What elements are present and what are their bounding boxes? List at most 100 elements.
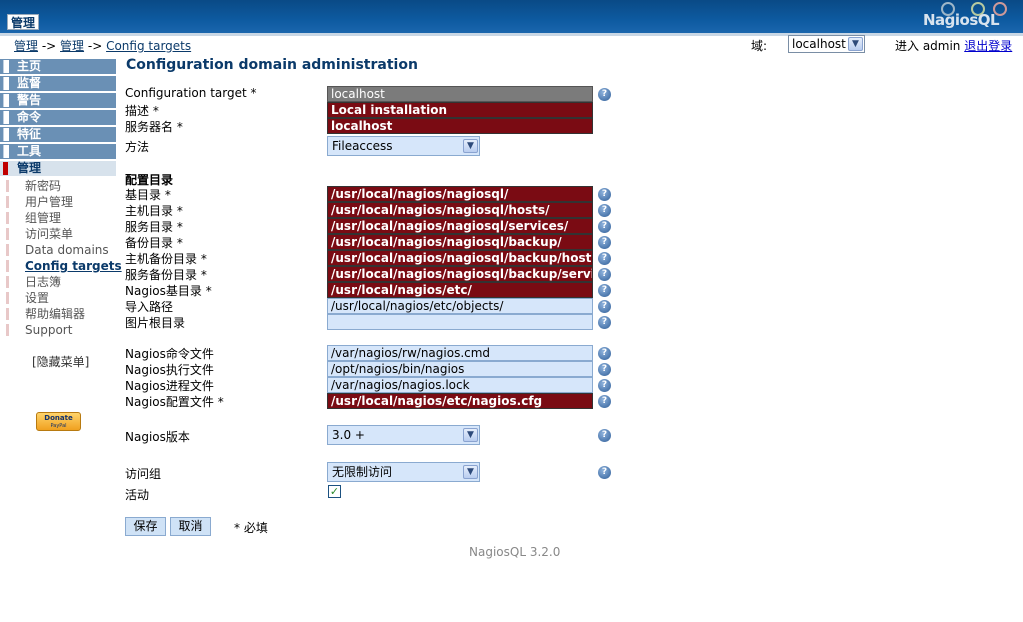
service-dir-input[interactable]: /usr/local/nagios/nagiosql/services/ bbox=[327, 218, 593, 234]
sidebar-subitem-data-domains[interactable]: Data domains bbox=[0, 242, 116, 258]
service-backup-dir-label: 服务备份目录 * bbox=[125, 268, 207, 282]
login-info: 进入 admin 退出登录 bbox=[895, 37, 1012, 54]
chevron-down-icon[interactable]: ▼ bbox=[463, 428, 478, 442]
help-icon[interactable]: ? bbox=[598, 429, 611, 442]
method-label: 方法 bbox=[125, 140, 150, 154]
description-input[interactable]: Local installation bbox=[327, 102, 593, 118]
help-icon[interactable]: ? bbox=[598, 88, 611, 101]
backup-dir-input[interactable]: /usr/local/nagios/nagiosql/backup/ bbox=[327, 234, 593, 250]
chevron-down-icon[interactable]: ▼ bbox=[848, 37, 863, 51]
access-group-value: 无限制访问 bbox=[332, 465, 393, 479]
sidebar-subitem-help-editor[interactable]: 帮助编辑器 bbox=[0, 306, 116, 322]
help-icon[interactable]: ? bbox=[598, 204, 611, 217]
sidebar-subitem-new-password[interactable]: 新密码 bbox=[0, 178, 116, 194]
hide-menu-link[interactable]: [隐藏菜单] bbox=[32, 353, 89, 370]
sidebar-subitem-group-admin[interactable]: 组管理 bbox=[0, 210, 116, 226]
help-icon[interactable]: ? bbox=[598, 236, 611, 249]
nagios-version-select[interactable]: 3.0 + ▼ bbox=[327, 425, 480, 445]
server-name-input[interactable]: localhost bbox=[327, 118, 593, 134]
domain-label: 域: bbox=[751, 39, 768, 53]
logo-text: NagiosQL bbox=[923, 11, 1000, 29]
help-icon[interactable]: ? bbox=[598, 379, 611, 392]
sidebar-subitem-user-admin[interactable]: 用户管理 bbox=[0, 194, 116, 210]
nagios-config-file-label: Nagios配置文件 * bbox=[125, 395, 224, 409]
login-text: 进入 admin bbox=[895, 39, 965, 53]
description-label: 描述 * bbox=[125, 104, 159, 118]
sidebar-subitem-logbook[interactable]: 日志簿 bbox=[0, 274, 116, 290]
import-path-label: 导入路径 bbox=[125, 300, 174, 314]
domain-select[interactable]: localhost ▼ bbox=[788, 35, 865, 53]
method-select-value: Fileaccess bbox=[332, 139, 393, 153]
donate-button[interactable]: Donate PayPal bbox=[36, 412, 81, 431]
nagios-config-file-input[interactable]: /usr/local/nagios/etc/nagios.cfg bbox=[327, 393, 593, 409]
top-header-bar: 管理 NagiosQL bbox=[0, 0, 1023, 33]
nagios-command-file-input[interactable]: /var/nagios/rw/nagios.cmd bbox=[327, 345, 593, 361]
service-backup-dir-input[interactable]: /usr/local/nagios/nagiosql/backup/servic… bbox=[327, 266, 593, 282]
nagiosql-logo: NagiosQL bbox=[921, 2, 1021, 32]
help-icon[interactable]: ? bbox=[598, 316, 611, 329]
base-dir-input[interactable]: /usr/local/nagios/nagiosql/ bbox=[327, 186, 593, 202]
nagios-process-file-label: Nagios进程文件 bbox=[125, 379, 214, 393]
nagios-version-value: 3.0 + bbox=[332, 428, 365, 442]
help-icon[interactable]: ? bbox=[598, 363, 611, 376]
page-title: Configuration domain administration bbox=[126, 57, 418, 73]
chevron-down-icon[interactable]: ▼ bbox=[463, 465, 478, 479]
nagios-base-dir-label: Nagios基目录 * bbox=[125, 284, 212, 298]
cancel-button[interactable]: 取消 bbox=[170, 517, 211, 536]
sidebar-subitem-menu-access[interactable]: 访问菜单 bbox=[0, 226, 116, 242]
nagios-command-file-label: Nagios命令文件 bbox=[125, 347, 214, 361]
help-icon[interactable]: ? bbox=[598, 220, 611, 233]
top-menu-tab-admin[interactable]: 管理 bbox=[7, 14, 40, 30]
footer-version: NagiosQL 3.2.0 bbox=[469, 545, 561, 559]
help-icon[interactable]: ? bbox=[598, 188, 611, 201]
help-icon[interactable]: ? bbox=[598, 466, 611, 479]
domain-select-value: localhost bbox=[792, 37, 846, 51]
sidebar-item-commands[interactable]: 命令 bbox=[0, 110, 116, 125]
breadcrumb-link-config-targets[interactable]: Config targets bbox=[106, 39, 191, 53]
sidebar: 主页 监督 警告 命令 特征 工具 管理 新密码 用户管理 组管理 访问菜单 D… bbox=[0, 59, 122, 338]
import-path-input[interactable]: /usr/local/nagios/etc/objects/ bbox=[327, 298, 593, 314]
sidebar-item-alerting[interactable]: 警告 bbox=[0, 93, 116, 108]
sidebar-subitem-config-targets[interactable]: Config targets bbox=[0, 258, 122, 274]
help-icon[interactable]: ? bbox=[598, 252, 611, 265]
method-select[interactable]: Fileaccess ▼ bbox=[327, 136, 480, 156]
help-icon[interactable]: ? bbox=[598, 284, 611, 297]
checkmark-icon: ✓ bbox=[329, 485, 340, 498]
help-icon[interactable]: ? bbox=[598, 268, 611, 281]
server-name-label: 服务器名 * bbox=[125, 120, 183, 134]
backup-dir-label: 备份目录 * bbox=[125, 236, 183, 250]
breadcrumb-separator: -> bbox=[84, 39, 107, 53]
sidebar-item-specials[interactable]: 特征 bbox=[0, 127, 116, 142]
breadcrumb-link-admin-2[interactable]: 管理 bbox=[60, 39, 84, 53]
header-divider bbox=[0, 33, 1023, 36]
save-button[interactable]: 保存 bbox=[125, 517, 166, 536]
breadcrumb-separator: -> bbox=[38, 39, 61, 53]
help-icon[interactable]: ? bbox=[598, 347, 611, 360]
breadcrumb-link-admin[interactable]: 管理 bbox=[14, 39, 38, 53]
donate-sub-label: PayPal bbox=[50, 423, 67, 429]
service-dir-label: 服务目录 * bbox=[125, 220, 183, 234]
access-group-select[interactable]: 无限制访问 ▼ bbox=[327, 462, 480, 482]
sidebar-item-tools[interactable]: 工具 bbox=[0, 144, 116, 159]
sidebar-subitem-settings[interactable]: 设置 bbox=[0, 290, 116, 306]
host-backup-dir-label: 主机备份目录 * bbox=[125, 252, 207, 266]
sidebar-subitem-support[interactable]: Support bbox=[0, 322, 116, 338]
host-dir-input[interactable]: /usr/local/nagios/nagiosql/hosts/ bbox=[327, 202, 593, 218]
nagios-process-file-input[interactable]: /var/nagios/nagios.lock bbox=[327, 377, 593, 393]
base-dir-label: 基目录 * bbox=[125, 188, 171, 202]
sidebar-item-home[interactable]: 主页 bbox=[0, 59, 116, 74]
help-icon[interactable]: ? bbox=[598, 300, 611, 313]
active-checkbox[interactable]: ✓ bbox=[328, 485, 341, 498]
picture-root-dir-input[interactable] bbox=[327, 314, 593, 330]
chevron-down-icon[interactable]: ▼ bbox=[463, 139, 478, 153]
nagios-binary-file-input[interactable]: /opt/nagios/bin/nagios bbox=[327, 361, 593, 377]
logout-link[interactable]: 退出登录 bbox=[964, 39, 1012, 53]
help-icon[interactable]: ? bbox=[598, 395, 611, 408]
sidebar-item-admin[interactable]: 管理 bbox=[0, 161, 116, 176]
nagios-base-dir-input[interactable]: /usr/local/nagios/etc/ bbox=[327, 282, 593, 298]
config-target-input[interactable]: localhost bbox=[327, 86, 593, 102]
host-backup-dir-input[interactable]: /usr/local/nagios/nagiosql/backup/hosts/ bbox=[327, 250, 593, 266]
nagios-version-label: Nagios版本 bbox=[125, 430, 190, 444]
sidebar-item-monitoring[interactable]: 监督 bbox=[0, 76, 116, 91]
access-group-label: 访问组 bbox=[125, 467, 162, 481]
